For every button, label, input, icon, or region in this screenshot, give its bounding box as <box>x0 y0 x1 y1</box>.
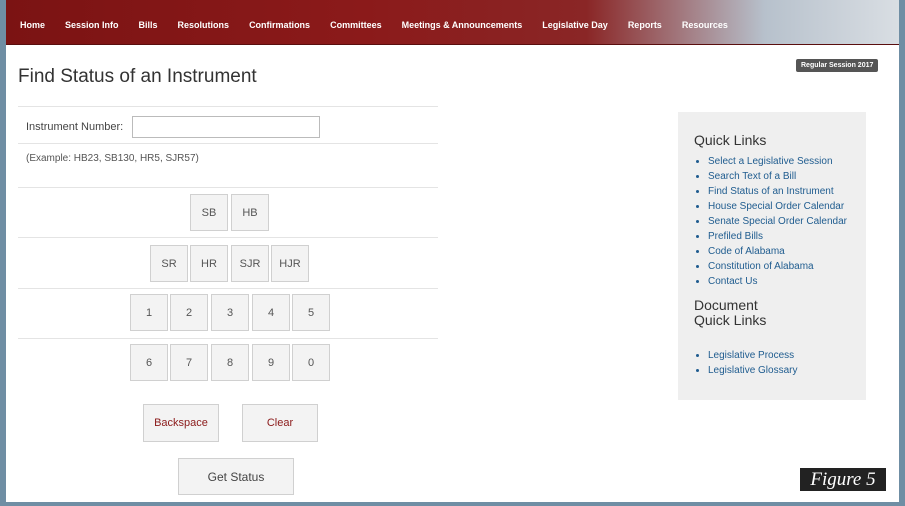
keypad-button-6[interactable]: 6 <box>130 344 168 381</box>
keypad-button-5[interactable]: 5 <box>292 294 330 331</box>
keypad-button-3[interactable]: 3 <box>211 294 249 331</box>
keypad-button-sjr[interactable]: SJR <box>231 245 269 282</box>
quick-link-find-status[interactable]: Find Status of an Instrument <box>708 184 847 199</box>
frame-bottom <box>0 502 905 506</box>
keypad-button-7[interactable]: 7 <box>170 344 208 381</box>
quick-link-senate-calendar[interactable]: Senate Special Order Calendar <box>708 214 847 229</box>
divider <box>18 338 438 339</box>
figure-label: Figure 5 <box>798 466 888 493</box>
nav-items: Home Session Info Bills Resolutions Conf… <box>20 20 748 30</box>
quick-link-house-calendar[interactable]: House Special Order Calendar <box>708 199 847 214</box>
top-navigation-bar: Home Session Info Bills Resolutions Conf… <box>6 0 899 45</box>
quick-link-constitution[interactable]: Constitution of Alabama <box>708 259 847 274</box>
doc-link-legislative-process[interactable]: Legislative Process <box>708 348 797 363</box>
keypad-button-1[interactable]: 1 <box>130 294 168 331</box>
nav-item-resolutions[interactable]: Resolutions <box>178 20 230 30</box>
nav-item-committees[interactable]: Committees <box>330 20 382 30</box>
quick-links-list: Select a Legislative Session Search Text… <box>694 154 847 289</box>
page-title: Find Status of an Instrument <box>18 66 257 87</box>
keypad-button-sb[interactable]: SB <box>190 194 228 231</box>
nav-item-session-info[interactable]: Session Info <box>65 20 119 30</box>
document-quick-links-list: Legislative Process Legislative Glossary <box>694 348 797 378</box>
instrument-number-input[interactable] <box>132 116 320 138</box>
quick-links-title: Quick Links <box>694 132 767 148</box>
quick-link-prefiled-bills[interactable]: Prefiled Bills <box>708 229 847 244</box>
nav-item-reports[interactable]: Reports <box>628 20 662 30</box>
keypad-button-2[interactable]: 2 <box>170 294 208 331</box>
quick-links-panel: Quick Links Select a Legislative Session… <box>678 112 866 400</box>
keypad-button-4[interactable]: 4 <box>252 294 290 331</box>
keypad-button-sr[interactable]: SR <box>150 245 188 282</box>
quick-link-code-of-alabama[interactable]: Code of Alabama <box>708 244 847 259</box>
nav-item-home[interactable]: Home <box>20 20 45 30</box>
nav-item-resources[interactable]: Resources <box>682 20 728 30</box>
get-status-button[interactable]: Get Status <box>178 458 294 495</box>
keypad-button-hb[interactable]: HB <box>231 194 269 231</box>
nav-item-legislative-day[interactable]: Legislative Day <box>542 20 608 30</box>
nav-item-meetings-announcements[interactable]: Meetings & Announcements <box>402 20 523 30</box>
session-badge: Regular Session 2017 <box>796 59 879 72</box>
keypad-button-9[interactable]: 9 <box>252 344 290 381</box>
clear-button[interactable]: Clear <box>242 404 318 442</box>
doc-link-legislative-glossary[interactable]: Legislative Glossary <box>708 363 797 378</box>
nav-item-bills[interactable]: Bills <box>139 20 158 30</box>
frame-right <box>899 0 905 506</box>
keypad-button-hjr[interactable]: HJR <box>271 245 309 282</box>
divider <box>18 143 438 144</box>
instrument-example-text: (Example: HB23, SB130, HR5, SJR57) <box>26 153 199 164</box>
keypad-button-hr[interactable]: HR <box>190 245 228 282</box>
nav-item-confirmations[interactable]: Confirmations <box>249 20 310 30</box>
quick-link-search-text[interactable]: Search Text of a Bill <box>708 169 847 184</box>
instrument-number-label: Instrument Number: <box>26 121 124 133</box>
divider <box>18 187 438 188</box>
frame-left <box>0 0 6 506</box>
document-quick-links-title: Document Quick Links <box>694 297 767 328</box>
quick-link-select-session[interactable]: Select a Legislative Session <box>708 154 847 169</box>
backspace-button[interactable]: Backspace <box>143 404 219 442</box>
keypad-button-8[interactable]: 8 <box>211 344 249 381</box>
keypad-button-0[interactable]: 0 <box>292 344 330 381</box>
divider <box>18 237 438 238</box>
divider <box>18 106 438 107</box>
quick-link-contact-us[interactable]: Contact Us <box>708 274 847 289</box>
divider <box>18 288 438 289</box>
